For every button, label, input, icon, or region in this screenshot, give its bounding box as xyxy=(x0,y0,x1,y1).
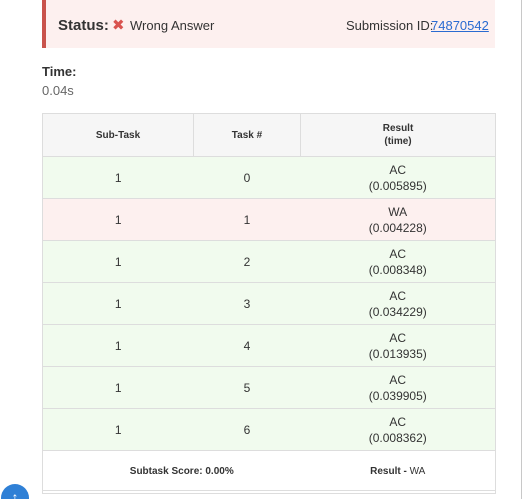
status-value: Wrong Answer xyxy=(130,18,215,33)
subtask-summary-row: Subtask Score: 0.00% Result - WA xyxy=(42,450,496,494)
subtask-cell: 1 xyxy=(42,282,194,325)
verdict: AC xyxy=(389,288,407,303)
divider xyxy=(42,490,495,491)
header-result-sublabel: (time) xyxy=(384,136,412,147)
verdict: WA xyxy=(388,204,408,219)
verdict: AC xyxy=(389,246,407,261)
subtask-cell: 1 xyxy=(42,240,194,283)
table-row: 1 4 AC (0.013935) xyxy=(42,324,496,367)
result-cell: AC (0.034229) xyxy=(300,282,496,325)
task-cell: 5 xyxy=(193,366,301,409)
header-task: Task # xyxy=(193,113,301,157)
subtask-cell: 1 xyxy=(42,366,194,409)
x-icon: ✖ xyxy=(112,17,125,34)
subtask-cell: 1 xyxy=(42,324,194,367)
verdict: AC xyxy=(389,372,407,387)
status-label: Status: xyxy=(58,17,109,34)
result-cell: WA (0.004228) xyxy=(300,198,496,241)
run-time: (0.008348) xyxy=(368,262,427,277)
table-row: 1 6 AC (0.008362) xyxy=(42,408,496,451)
page-edge-divider xyxy=(521,0,522,499)
run-time: (0.008362) xyxy=(368,430,427,445)
page: Status: ✖ Wrong Answer Submission ID: 74… xyxy=(0,0,525,499)
table-row: 1 1 WA (0.004228) xyxy=(42,198,496,241)
result-cell: AC (0.013935) xyxy=(300,324,496,367)
header-result: Result (time) xyxy=(300,113,496,157)
time-value: 0.04s xyxy=(42,83,74,98)
subtask-result-value: WA xyxy=(409,466,426,477)
table-header-row: Sub-Task Task # Result (time) xyxy=(42,113,496,157)
run-time: (0.004228) xyxy=(368,220,427,235)
time-label: Time: xyxy=(42,64,77,79)
subtask-result: Result - WA xyxy=(300,450,496,494)
table-row: 1 5 AC (0.039905) xyxy=(42,366,496,409)
subtask-cell: 1 xyxy=(42,198,194,241)
run-time: (0.013935) xyxy=(368,346,427,361)
subtask-result-label: Result - xyxy=(370,466,410,477)
header-result-label: Result xyxy=(382,123,414,134)
header-subtask: Sub-Task xyxy=(42,113,194,157)
task-cell: 0 xyxy=(193,156,301,199)
scroll-to-top-button[interactable]: ↑ xyxy=(1,484,29,499)
task-cell: 6 xyxy=(193,408,301,451)
task-cell: 1 xyxy=(193,198,301,241)
submission-id-label: Submission ID: xyxy=(346,18,434,33)
table-row: 1 3 AC (0.034229) xyxy=(42,282,496,325)
table-row: 1 2 AC (0.008348) xyxy=(42,240,496,283)
task-cell: 4 xyxy=(193,324,301,367)
arrow-up-icon: ↑ xyxy=(11,489,19,499)
subtask-cell: 1 xyxy=(42,156,194,199)
result-cell: AC (0.039905) xyxy=(300,366,496,409)
submission-id-link[interactable]: 74870542 xyxy=(431,18,489,33)
table-row: 1 0 AC (0.005895) xyxy=(42,156,496,199)
status-banner: Status: ✖ Wrong Answer Submission ID: 74… xyxy=(42,0,495,48)
subtask-cell: 1 xyxy=(42,408,194,451)
task-cell: 2 xyxy=(193,240,301,283)
result-cell: AC (0.008362) xyxy=(300,408,496,451)
run-time: (0.039905) xyxy=(368,388,427,403)
run-time: (0.034229) xyxy=(368,304,427,319)
task-cell: 3 xyxy=(193,282,301,325)
results-table: Sub-Task Task # Result (time) 1 0 AC (0.… xyxy=(42,113,496,494)
result-cell: AC (0.008348) xyxy=(300,240,496,283)
result-cell: AC (0.005895) xyxy=(300,156,496,199)
subtask-score: Subtask Score: 0.00% xyxy=(42,450,301,494)
run-time: (0.005895) xyxy=(368,178,427,193)
verdict: AC xyxy=(389,330,407,345)
verdict: AC xyxy=(389,162,407,177)
verdict: AC xyxy=(389,414,407,429)
